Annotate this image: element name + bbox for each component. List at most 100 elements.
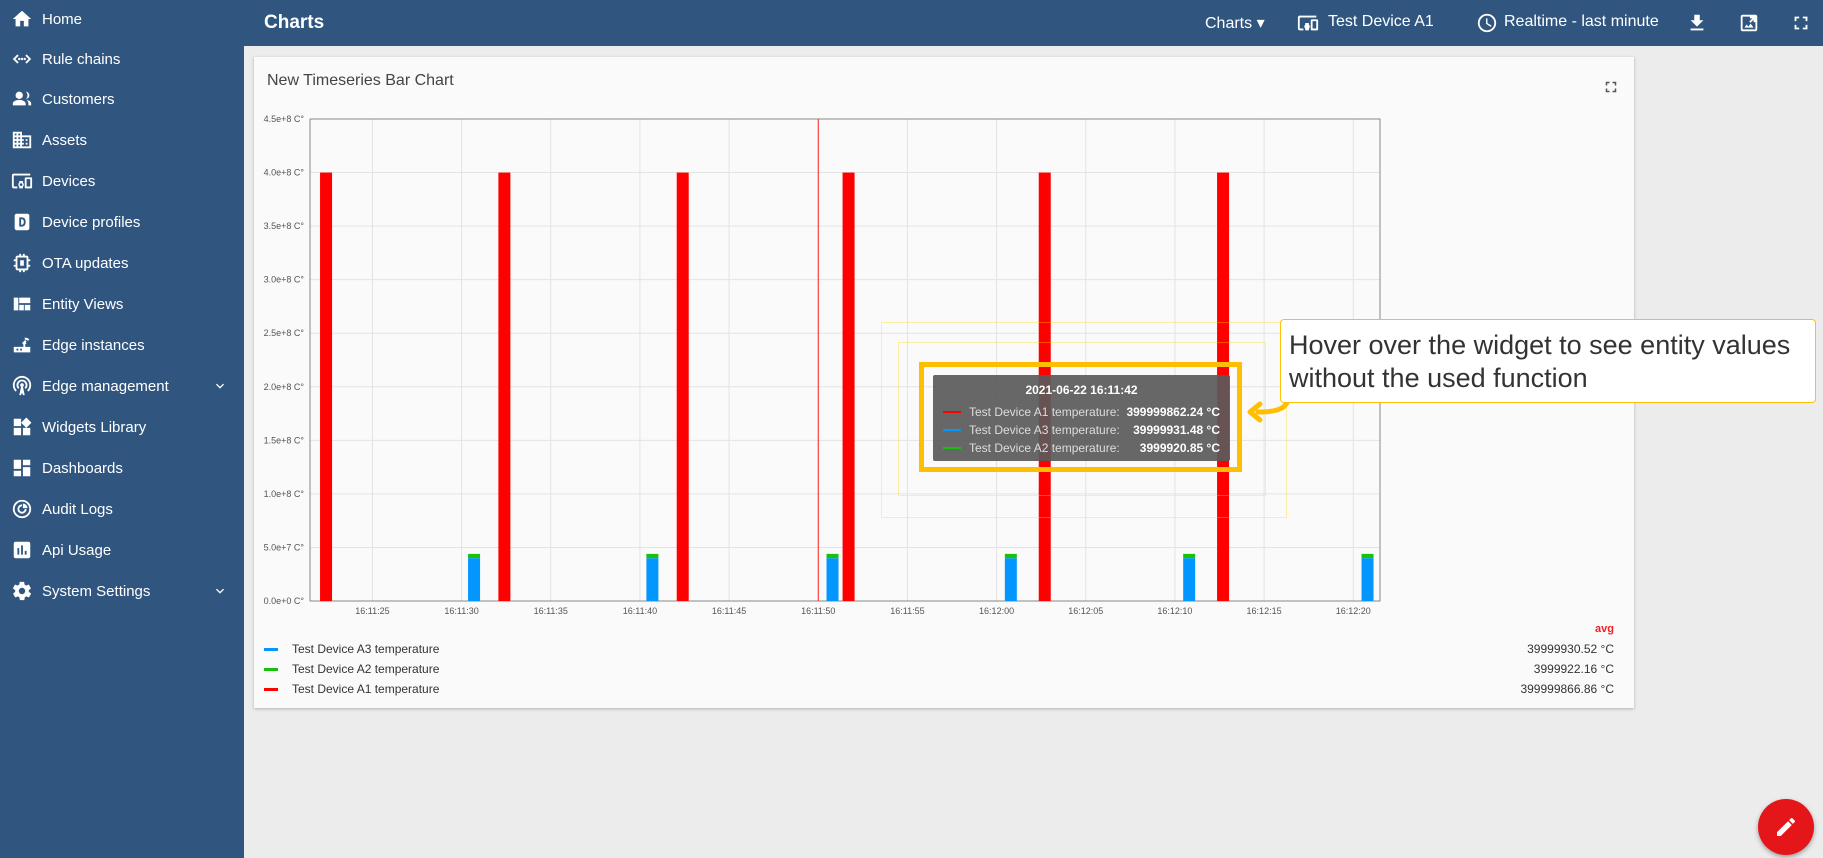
sidebar-item-label: Dashboards — [42, 459, 123, 477]
ota-updates-icon — [11, 252, 33, 274]
tooltip-highlight-box — [919, 362, 1242, 472]
sidebar-item-label: Edge management — [42, 377, 169, 395]
x-tick-label: 16:11:55 — [890, 606, 924, 616]
home-icon — [11, 8, 33, 30]
sidebar-item-label: Api Usage — [42, 541, 112, 559]
legend-avg-value: 399999866.86 °C — [1520, 682, 1614, 696]
bar-device-a2 — [1183, 553, 1196, 559]
state-selector[interactable]: Charts ▾ — [1205, 13, 1265, 33]
sidebar-item-label: Audit Logs — [42, 500, 113, 518]
gear-icon — [11, 580, 33, 602]
chevron-down-icon[interactable] — [212, 378, 228, 394]
sidebar-item-audit-logs[interactable]: Audit Logs — [0, 489, 244, 529]
x-tick-label: 16:12:10 — [1157, 606, 1192, 616]
sidebar-item-label: Entity Views — [42, 295, 124, 313]
fullscreen-icon[interactable] — [1790, 12, 1812, 34]
sidebar-item-widgets-library[interactable]: Widgets Library — [0, 407, 244, 447]
sidebar-item-devices[interactable]: Devices — [0, 161, 244, 201]
y-tick-label: 0.0e+0 C° — [264, 596, 305, 606]
pencil-icon — [1777, 817, 1796, 836]
bar-device-a1 — [676, 172, 689, 602]
sidebar-item-system-settings[interactable]: System Settings — [0, 571, 244, 611]
legend-avg-value: 3999922.16 °C — [1533, 662, 1614, 676]
device-profiles-icon — [11, 211, 33, 233]
page-title: Charts — [264, 12, 325, 33]
bar-device-a3 — [826, 558, 839, 601]
sidebar-item-entity-views[interactable]: Entity Views — [0, 284, 244, 324]
api-usage-icon — [11, 539, 33, 561]
legend-entry[interactable]: Test Device A3 temperature — [264, 639, 439, 659]
bar-device-a3 — [468, 558, 481, 601]
bar-device-a1 — [498, 172, 511, 602]
sidebar-item-device-profiles[interactable]: Device profiles — [0, 202, 244, 242]
x-tick-label: 16:11:25 — [355, 606, 389, 616]
export-image-icon[interactable] — [1738, 12, 1760, 34]
x-tick-label: 16:11:40 — [623, 606, 657, 616]
y-tick-label: 3.5e+8 C° — [264, 221, 305, 231]
entity-selector[interactable]: Test Device A1 — [1328, 13, 1434, 31]
sidebar-item-label: OTA updates — [42, 254, 129, 272]
bar-device-a3 — [1183, 558, 1196, 601]
sidebar-item-edge-management[interactable]: Edge management — [0, 366, 244, 406]
assets-icon — [11, 129, 33, 151]
y-tick-label: 1.5e+8 C° — [264, 435, 305, 445]
x-tick-label: 16:11:30 — [444, 606, 478, 616]
devices-icon — [11, 170, 33, 192]
sidebar-item-label: Customers — [42, 90, 115, 108]
x-tick-label: 16:11:50 — [801, 606, 835, 616]
bar-device-a2 — [1004, 553, 1017, 559]
x-tick-label: 16:12:20 — [1336, 606, 1371, 616]
sidebar-item-api-usage[interactable]: Api Usage — [0, 530, 244, 570]
sidebar-item-edge-instances[interactable]: Edge instances — [0, 325, 244, 365]
legend-entry[interactable]: Test Device A1 temperature — [264, 679, 439, 699]
hint-callout: Hover over the widget to see entity valu… — [1280, 319, 1816, 403]
y-tick-label: 3.0e+8 C° — [264, 275, 305, 285]
device-icon — [1297, 12, 1319, 34]
x-tick-label: 16:12:15 — [1247, 606, 1282, 616]
legend-swatch — [264, 647, 278, 651]
legend-entry-label: Test Device A3 temperature — [292, 642, 440, 656]
bar-device-a3 — [1361, 558, 1374, 601]
sidebar-item-customers[interactable]: Customers — [0, 79, 244, 119]
timewindow-selector[interactable]: Realtime - last minute — [1504, 13, 1659, 31]
legend-avg-header: avg — [1595, 623, 1614, 635]
y-tick-label: 4.5e+8 C° — [264, 114, 305, 124]
edge-instances-icon — [11, 334, 33, 356]
y-tick-label: 4.0e+8 C° — [264, 168, 305, 178]
legend-entry-label: Test Device A2 temperature — [292, 662, 440, 676]
y-tick-label: 2.0e+8 C° — [264, 382, 305, 392]
x-tick-label: 16:12:00 — [979, 606, 1014, 616]
sidebar-item-ota-updates[interactable]: OTA updates — [0, 243, 244, 283]
bar-device-a2 — [646, 553, 659, 559]
customers-icon — [11, 88, 33, 110]
sidebar-item-label: Device profiles — [42, 213, 141, 231]
edit-dashboard-button[interactable] — [1758, 799, 1814, 855]
bar-device-a3 — [1004, 558, 1017, 601]
sidebar-item-dashboards[interactable]: Dashboards — [0, 448, 244, 488]
top-toolbar: Charts Charts ▾ Test Device A1 Realtime … — [244, 0, 1823, 46]
sidebar-item-label: Assets — [42, 131, 88, 149]
bar-device-a2 — [1361, 553, 1374, 559]
sidebar-item-assets[interactable]: Assets — [0, 120, 244, 160]
state-selector-label: Charts — [1205, 15, 1253, 32]
dashboards-icon — [11, 457, 33, 479]
sidebar-item-label: Widgets Library — [42, 418, 147, 436]
sidebar-item-label: Rule chains — [42, 50, 121, 68]
caret-down-icon: ▾ — [1256, 15, 1265, 32]
legend-entry[interactable]: Test Device A2 temperature — [264, 659, 439, 679]
sidebar: Home Rule chains Customers Assets Device… — [0, 0, 244, 858]
entity-views-icon — [11, 293, 33, 315]
download-icon[interactable] — [1686, 12, 1708, 34]
sidebar-item-label: Devices — [42, 172, 96, 190]
y-tick-label: 1.0e+8 C° — [264, 489, 305, 499]
y-tick-label: 5.0e+7 C° — [264, 542, 305, 552]
legend-avg-value: 39999930.52 °C — [1527, 642, 1614, 656]
bar-device-a2 — [468, 553, 481, 559]
legend-swatch — [264, 687, 278, 691]
sidebar-item-rule-chains[interactable]: Rule chains — [0, 39, 244, 79]
sidebar-item-label: System Settings — [42, 582, 151, 600]
chevron-down-icon[interactable] — [212, 583, 228, 599]
clock-icon — [1476, 12, 1498, 34]
y-tick-label: 2.5e+8 C° — [264, 328, 305, 338]
sidebar-item-home[interactable]: Home — [0, 0, 244, 39]
